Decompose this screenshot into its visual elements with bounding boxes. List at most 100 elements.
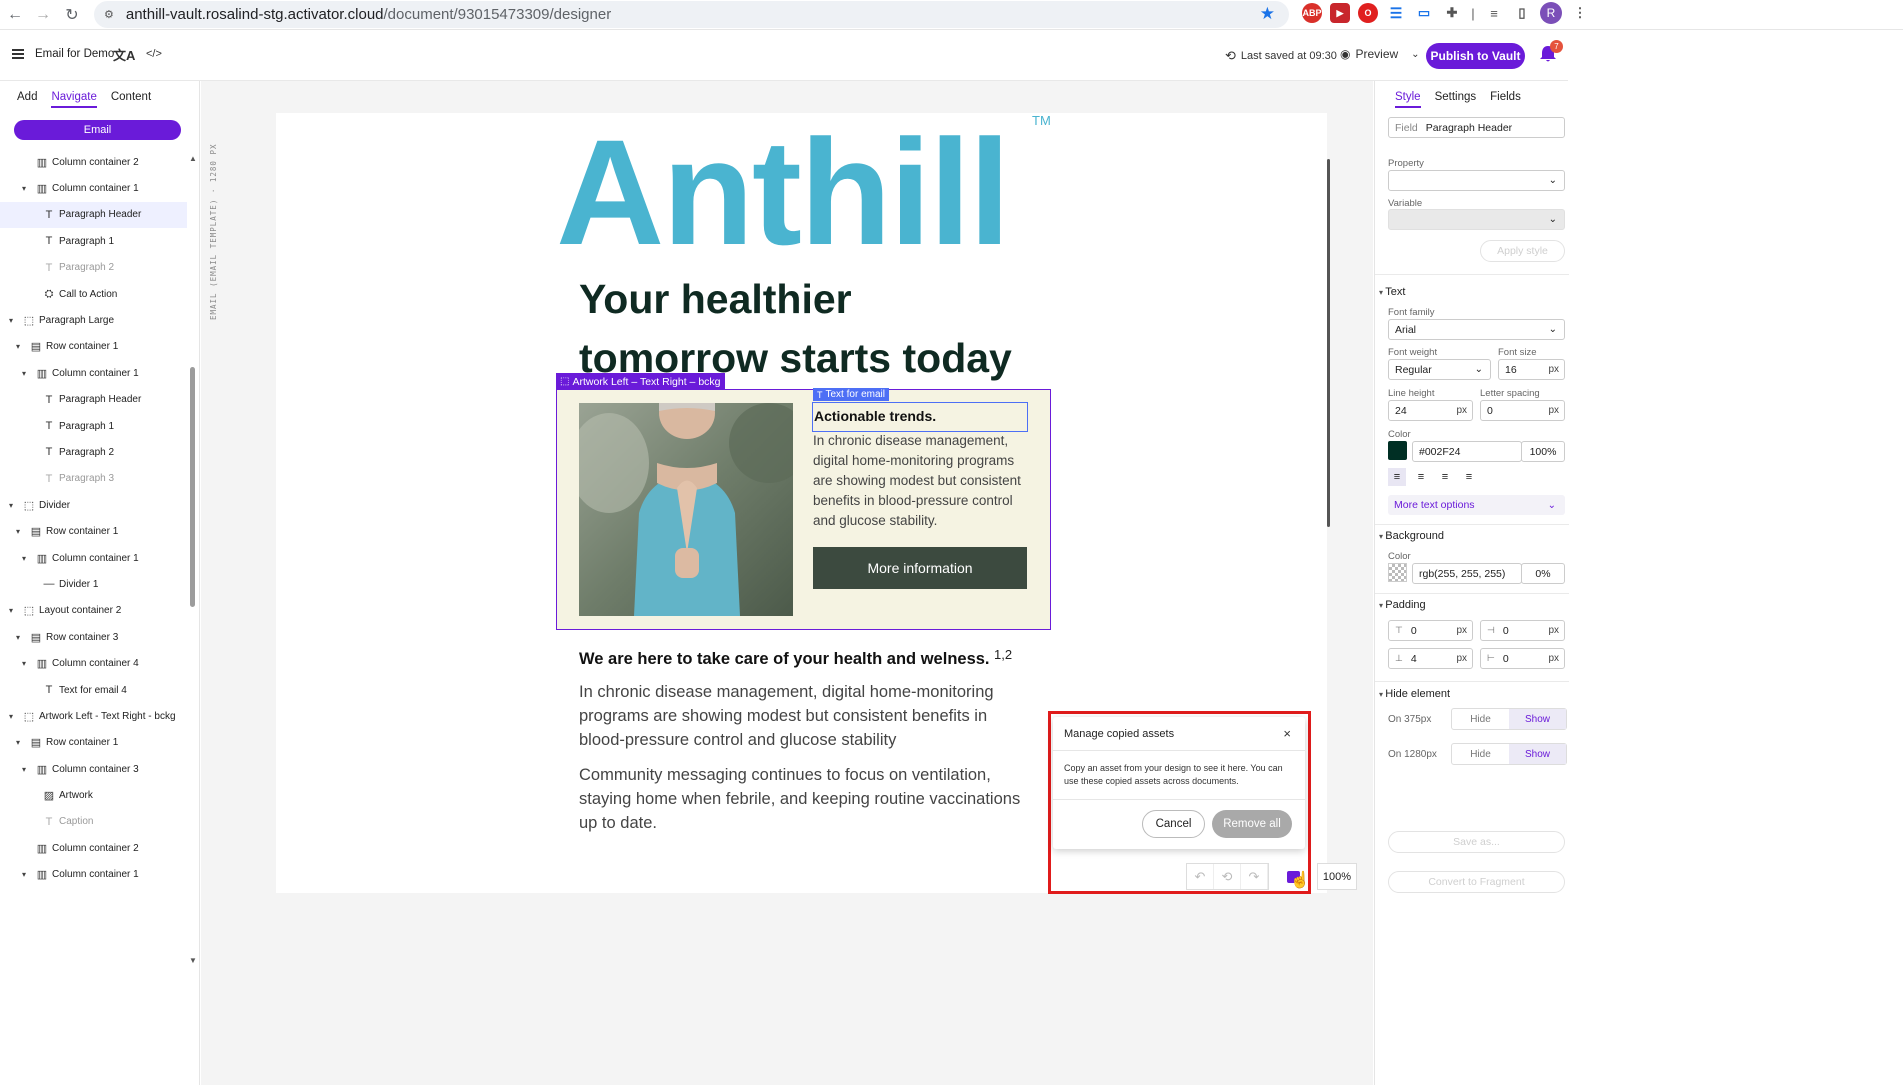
convert-to-fragment-button[interactable]: Convert to Fragment <box>1388 871 1565 893</box>
tree-item[interactable]: ▾ ▤ Row container 1 <box>0 730 187 756</box>
show-1280-button[interactable]: Show <box>1509 744 1566 764</box>
show-375-button[interactable]: Show <box>1509 709 1566 729</box>
tree-item[interactable]: ▥ Column container 2 <box>0 835 187 861</box>
site-info-icon[interactable]: ⚙ <box>104 8 114 21</box>
background-color-swatch[interactable] <box>1388 563 1407 582</box>
letter-spacing-input[interactable]: 0 px <box>1480 400 1565 421</box>
font-size-input[interactable]: 16 px <box>1498 359 1565 380</box>
bookmark-star-icon[interactable]: ★ <box>1260 4 1275 24</box>
background-section-title[interactable]: Background <box>1379 530 1444 542</box>
scroll-up-icon[interactable]: ▲ <box>189 154 197 163</box>
expand-caret-icon[interactable]: ▾ <box>22 554 26 563</box>
tab-settings[interactable]: Settings <box>1435 91 1477 108</box>
expand-caret-icon[interactable]: ▾ <box>9 606 13 615</box>
expand-caret-icon[interactable]: ▾ <box>9 316 13 325</box>
line-height-input[interactable]: 24 px <box>1388 400 1473 421</box>
remove-all-button[interactable]: Remove all <box>1212 810 1292 838</box>
tree-item[interactable]: ▾ ▥ Column container 1 <box>0 545 187 571</box>
tab-add[interactable]: Add <box>17 91 37 108</box>
expand-caret-icon[interactable]: ▾ <box>22 369 26 378</box>
opera-extension-icon[interactable]: O <box>1358 3 1378 23</box>
tree-item[interactable]: ▾ ⬚ Paragraph Large <box>0 307 187 333</box>
save-as-button[interactable]: Save as... <box>1388 831 1565 853</box>
layer-tree-scrollbar[interactable]: ▲ ▼ <box>189 154 197 1084</box>
tree-item[interactable]: ▾ ▥ Column container 1 <box>0 862 187 888</box>
card-body-text[interactable]: In chronic disease management, digital h… <box>813 431 1027 531</box>
video-extension-icon[interactable]: ▶ <box>1330 3 1350 23</box>
hide-element-section-title[interactable]: Hide element <box>1379 688 1450 700</box>
reload-icon[interactable]: ↻ <box>59 2 85 28</box>
text-color-input[interactable]: #002F24 <box>1412 441 1522 462</box>
zoom-level[interactable]: 100% <box>1317 863 1357 890</box>
canvas-scrollbar[interactable] <box>1327 159 1330 527</box>
variable-select[interactable]: ⌄ <box>1388 209 1565 230</box>
close-icon[interactable]: × <box>1283 726 1291 741</box>
tree-item[interactable]: T Caption <box>0 809 187 835</box>
tree-item[interactable]: T Paragraph 2 <box>0 255 187 281</box>
sidebar-toggle-icon[interactable]: ▯ <box>1512 3 1532 23</box>
tab-style[interactable]: Style <box>1395 91 1421 108</box>
padding-bottom-input[interactable]: ⊥ 4 px <box>1388 648 1473 669</box>
scrollbar-thumb[interactable] <box>190 367 195 607</box>
address-bar[interactable]: ⚙ anthill-vault.rosalind-stg.activator.c… <box>94 1 1289 28</box>
tree-item[interactable]: T Paragraph Header <box>0 201 187 229</box>
tree-item[interactable]: T Paragraph Header <box>0 387 187 413</box>
align-right-icon[interactable]: ≡ <box>1436 468 1454 486</box>
tree-item[interactable]: ▾ ▥ Column container 3 <box>0 756 187 782</box>
tab-navigate[interactable]: Navigate <box>51 91 97 108</box>
align-justify-icon[interactable]: ≡ <box>1460 468 1478 486</box>
property-select[interactable]: ⌄ <box>1388 170 1565 191</box>
padding-left-input[interactable]: ⊢ 0 px <box>1480 648 1565 669</box>
text-color-swatch[interactable] <box>1388 441 1407 460</box>
align-left-icon[interactable]: ≡ <box>1388 468 1406 486</box>
tree-item[interactable]: ⛭ Call to Action <box>0 281 187 307</box>
menu-icon[interactable] <box>12 49 24 59</box>
section-paragraph-2[interactable]: Community messaging continues to focus o… <box>579 763 1029 835</box>
expand-caret-icon[interactable]: ▾ <box>16 342 20 351</box>
expand-caret-icon[interactable]: ▾ <box>22 765 26 774</box>
expand-caret-icon[interactable]: ▾ <box>16 527 20 536</box>
background-opacity-input[interactable]: 0% <box>1521 563 1565 584</box>
align-center-icon[interactable]: ≡ <box>1412 468 1430 486</box>
tree-item[interactable]: T Paragraph 1 <box>0 413 187 439</box>
font-weight-select[interactable]: Regular ⌄ <box>1388 359 1491 380</box>
background-color-input[interactable]: rgb(255, 255, 255) <box>1412 563 1522 584</box>
expand-caret-icon[interactable]: ▾ <box>22 659 26 668</box>
tree-item[interactable]: T Paragraph 1 <box>0 228 187 254</box>
expand-caret-icon[interactable]: ▾ <box>9 501 13 510</box>
cancel-button[interactable]: Cancel <box>1142 810 1205 838</box>
history-icon[interactable]: ⟲ <box>1225 48 1236 64</box>
tree-item[interactable]: ▾ ⬚ Divider <box>0 492 187 518</box>
padding-section-title[interactable]: Padding <box>1379 599 1425 611</box>
tree-item[interactable]: ▥ Column container 2 <box>0 149 187 175</box>
section-heading[interactable]: We are here to take care of your health … <box>579 650 990 669</box>
email-root-button[interactable]: Email <box>14 120 181 140</box>
undo-icon[interactable]: ↶ <box>1187 864 1214 889</box>
tree-item[interactable]: ▾ ⬚ Artwork Left - Text Right - bckg <box>0 703 187 729</box>
extensions-puzzle-icon[interactable]: ✚ <box>1442 3 1462 23</box>
expand-caret-icon[interactable]: ▾ <box>9 712 13 721</box>
padding-top-input[interactable]: ⊤ 0 px <box>1388 620 1473 641</box>
tab-fields[interactable]: Fields <box>1490 91 1521 108</box>
anthill-logo[interactable]: Anthill <box>556 117 1011 267</box>
preview-dropdown[interactable]: ◉ Preview ⌄ <box>1340 47 1420 61</box>
hide-1280-button[interactable]: Hide <box>1452 744 1509 764</box>
expand-caret-icon[interactable]: ▾ <box>16 633 20 642</box>
lines-extension-icon[interactable]: ☰ <box>1386 3 1406 23</box>
tree-item[interactable]: T Paragraph 2 <box>0 439 187 465</box>
more-information-button[interactable]: More information <box>813 547 1027 589</box>
tree-item[interactable]: ▾ ▤ Row container 1 <box>0 334 187 360</box>
tree-item[interactable]: ▾ ▤ Row container 3 <box>0 624 187 650</box>
text-opacity-input[interactable]: 100% <box>1521 441 1565 462</box>
tree-item[interactable]: ▾ ⬚ Layout container 2 <box>0 598 187 624</box>
scroll-down-icon[interactable]: ▼ <box>189 956 197 965</box>
section-paragraph-1[interactable]: In chronic disease management, digital h… <box>579 680 1029 752</box>
back-icon[interactable]: ← <box>2 2 28 28</box>
expand-caret-icon[interactable]: ▾ <box>16 738 20 747</box>
tree-item[interactable]: ▨ Artwork <box>0 782 187 808</box>
cast-extension-icon[interactable]: ▭ <box>1414 3 1434 23</box>
publish-to-vault-button[interactable]: Publish to Vault <box>1426 43 1525 69</box>
tree-item[interactable]: — Divider 1 <box>0 571 187 597</box>
tab-content[interactable]: Content <box>111 91 151 108</box>
expand-caret-icon[interactable]: ▾ <box>22 870 26 879</box>
